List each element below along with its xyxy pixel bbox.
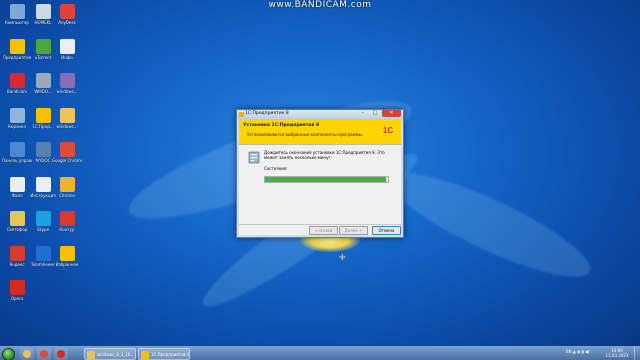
- window-title: 1С:Предприятие 8: [245, 111, 289, 116]
- bandicam-icon: [9, 73, 25, 88]
- folder-icon: [87, 351, 95, 359]
- desktop-icon-label: windows...: [56, 89, 78, 94]
- desktop-icon[interactable]: Google Chrome: [52, 142, 82, 163]
- desktop-icon-label: AnyDesk: [58, 20, 76, 25]
- taskbar-pinned-opera[interactable]: [54, 348, 68, 360]
- progress-fill: [265, 177, 386, 182]
- maximize-button[interactable]: □: [369, 110, 381, 117]
- desktop-icon[interactable]: AnyDesk: [52, 4, 82, 25]
- divider: [239, 224, 401, 225]
- desktop-icon[interactable]: windows...: [52, 73, 82, 94]
- folder-icon: [9, 211, 25, 226]
- taskbar-pinned-explorer[interactable]: [20, 348, 34, 360]
- desktop-icon[interactable]: Избранное: [52, 245, 82, 267]
- desktop-icon[interactable]: windows...: [52, 107, 82, 129]
- 1c-icon: [239, 112, 244, 117]
- window-titlebar[interactable]: 1С:Предприятие 8 – □ ✕: [237, 110, 403, 119]
- desktop-icon[interactable]: Инфо: [52, 38, 82, 60]
- 1c-icon: [35, 107, 51, 123]
- folder-icon: [23, 350, 31, 358]
- clock[interactable]: 14:00 11.03.2023: [602, 348, 632, 358]
- utorrent-icon: [35, 38, 51, 54]
- desktop-icon-label: Chrome: [59, 192, 75, 198]
- app-icon: [59, 211, 75, 226]
- watermark: www.BANDICAM.com: [268, 0, 372, 10]
- desktop-icon[interactable]: Контур: [52, 211, 82, 232]
- progress-bar: [264, 176, 389, 183]
- archive-icon: [59, 73, 75, 88]
- desktop-icon-label: Opera: [10, 296, 24, 301]
- taskbar-task[interactable]: 1С:Предприятие 8: [138, 348, 190, 360]
- document-icon: [35, 4, 51, 19]
- skype-icon: [35, 211, 51, 226]
- clock-date: 11.03.2023: [605, 353, 629, 358]
- wallpaper-light-beam: [379, 155, 601, 295]
- logo-text: 1С: [382, 125, 394, 135]
- move-cursor-icon: ✛: [339, 253, 346, 262]
- taskbar: windows_8_3_16... 1С:Предприятие 8 EN ▲ ◆…: [0, 346, 640, 360]
- back-button[interactable]: < Назад: [309, 226, 338, 235]
- document-icon: [9, 176, 25, 192]
- install-message: Дождитесь окончания установки 1С:Предпри…: [264, 150, 385, 160]
- taskbar-task-label: 1С:Предприятие 8: [151, 352, 190, 357]
- app-icon: [35, 73, 51, 88]
- cancel-button[interactable]: Отмена: [372, 226, 401, 235]
- star-icon: [59, 245, 75, 261]
- desktop-icon-label: Инфо: [61, 54, 73, 60]
- system-tray[interactable]: EN ▲ ◆ ▮ ◀): [566, 349, 590, 354]
- header-banner: Установка 1С:Предприятия 8 Устанавливают…: [239, 119, 401, 144]
- taskbar-task[interactable]: windows_8_3_16...: [84, 348, 136, 360]
- control-panel-icon: [9, 142, 25, 157]
- document-icon: [59, 38, 75, 54]
- minimize-button[interactable]: –: [357, 110, 369, 117]
- chrome-icon: [59, 176, 75, 192]
- taskbar-task-label: windows_8_3_16...: [97, 352, 135, 357]
- banner-title: Установка 1С:Предприятия 8: [243, 123, 320, 128]
- desktop-icon-label: Избранное: [55, 261, 79, 267]
- start-button[interactable]: [2, 348, 15, 360]
- anydesk-icon: [59, 4, 75, 19]
- 1c-icon: [141, 351, 149, 359]
- banner-subtitle: Устанавливаются выбранные компоненты про…: [247, 132, 364, 137]
- desktop-icon-label: Google Chrome: [52, 158, 82, 163]
- installer-window[interactable]: 1С:Предприятие 8 – □ ✕ Установка 1С:Пред…: [236, 109, 404, 238]
- status-label: Состояние:: [264, 166, 288, 171]
- app-icon: [35, 142, 51, 157]
- computer-icon: [9, 4, 25, 19]
- folder-icon: [59, 107, 75, 123]
- 1c-logo: 1С: [379, 124, 397, 136]
- close-button[interactable]: ✕: [382, 110, 401, 117]
- document-icon: [35, 176, 51, 192]
- desktop-icon-label: windows...: [56, 123, 78, 129]
- window-client: Установка 1С:Предприятия 8 Устанавливают…: [239, 119, 401, 235]
- desktop-icon[interactable]: Chrome: [52, 176, 82, 198]
- desktop[interactable]: www.BANDICAM.com Компьютер HOMEKL AnyDesk П…: [0, 0, 640, 360]
- taskbar-pinned-chrome[interactable]: [37, 348, 51, 360]
- divider: [239, 144, 401, 145]
- teamviewer-icon: [35, 245, 51, 261]
- installer-icon: [248, 151, 260, 164]
- chrome-icon: [40, 350, 48, 358]
- recycle-bin-icon: [9, 107, 25, 123]
- desktop-icon-label: Контур: [59, 227, 75, 232]
- opera-icon: [57, 350, 65, 358]
- desktop-icon[interactable]: Opera: [2, 280, 32, 301]
- yandex-icon: [9, 245, 25, 261]
- next-button[interactable]: Далее >: [339, 226, 368, 235]
- chrome-icon: [59, 142, 75, 157]
- opera-icon: [9, 280, 25, 295]
- 1c-icon: [9, 38, 25, 54]
- show-desktop-button[interactable]: [634, 347, 640, 360]
